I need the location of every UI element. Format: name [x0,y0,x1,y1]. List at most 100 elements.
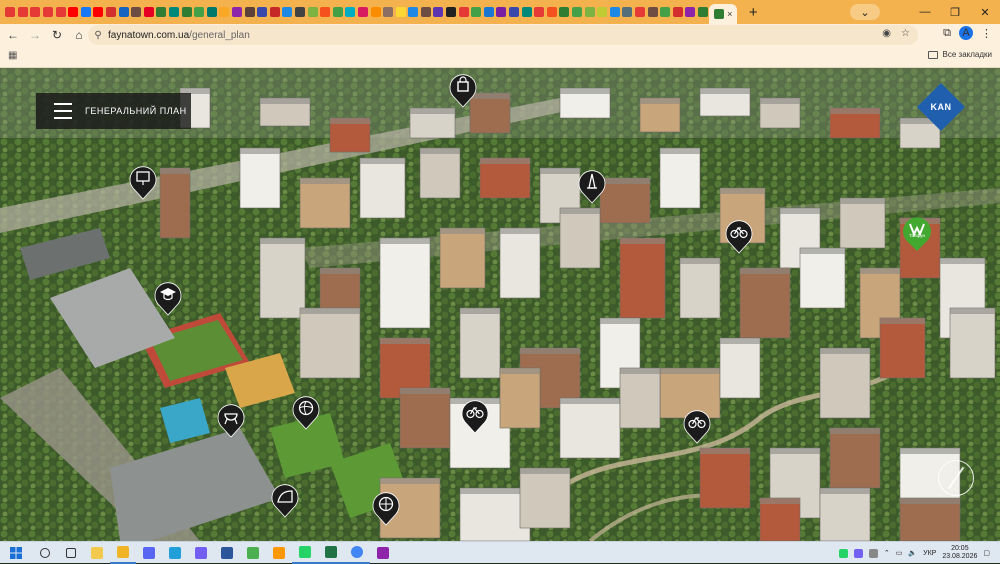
pin-shopping[interactable] [449,72,477,108]
browser-tab[interactable] [533,0,546,24]
browser-tab[interactable] [558,0,571,24]
tray-overflow-icon[interactable]: ⌃ [884,549,890,557]
taskbar-excel[interactable] [318,542,344,564]
site-info-icon[interactable]: ⚲ [88,30,108,41]
tray-app-icon[interactable] [868,548,878,558]
extensions-icon[interactable]: ⧉ [943,27,951,40]
windows-start-button[interactable] [0,542,32,564]
pin-basketball[interactable] [372,490,400,526]
browser-tab[interactable] [17,0,30,24]
taskbar-app3[interactable] [266,542,292,564]
taskbar-clock[interactable]: 20:05 23.08.2026 [942,545,977,561]
browser-tab[interactable] [193,0,206,24]
browser-tab[interactable] [180,0,193,24]
browser-tab[interactable] [470,0,483,24]
apps-grid-icon[interactable]: ▦ [8,51,18,61]
browser-tab[interactable] [231,0,244,24]
keyboard-language[interactable]: УКР [923,550,936,557]
browser-tab[interactable] [520,0,533,24]
browser-tab[interactable] [697,0,710,24]
network-icon[interactable]: ▭ [896,549,903,557]
browser-tab[interactable] [369,0,382,24]
browser-tab[interactable] [684,0,697,24]
forward-icon[interactable]: → [24,28,46,42]
browser-tab[interactable] [457,0,470,24]
profile-avatar[interactable]: A [959,26,973,40]
general-plan-menu-button[interactable]: ГЕНЕРАЛЬНИЙ ПЛАН [36,93,191,129]
address-bar[interactable]: ⚲ faynatown.com.ua/general_plan ◉ ☆ [88,25,918,45]
viber-tray-icon[interactable] [853,548,863,558]
close-window-button[interactable]: ✕ [970,6,1000,19]
pin-education[interactable] [154,280,182,316]
browser-tab[interactable] [54,0,67,24]
browser-tab[interactable] [105,0,118,24]
browser-tab[interactable] [268,0,281,24]
browser-tab[interactable] [344,0,357,24]
taskbar-app2[interactable] [240,542,266,564]
browser-tab[interactable] [483,0,496,24]
browser-tab[interactable] [609,0,622,24]
pin-bicycle-3[interactable] [683,408,711,444]
browser-tab[interactable] [331,0,344,24]
browser-tab[interactable] [508,0,521,24]
browser-tab[interactable] [256,0,269,24]
browser-tab[interactable] [130,0,143,24]
volume-icon[interactable]: 🔈 [908,549,917,557]
browser-tab[interactable] [621,0,634,24]
browser-tab[interactable] [382,0,395,24]
browser-tab[interactable] [319,0,332,24]
browser-tab[interactable] [168,0,181,24]
notifications-icon[interactable]: ▢ [983,549,990,557]
browser-tab[interactable] [646,0,659,24]
back-icon[interactable]: ← [2,28,24,42]
reload-icon[interactable]: ↻ [46,28,68,42]
home-icon[interactable]: ⌂ [68,28,90,42]
pin-school-board[interactable] [129,164,157,200]
browser-tab[interactable] [67,0,80,24]
browser-tab[interactable] [4,0,17,24]
browser-tab[interactable] [596,0,609,24]
tracking-off-icon[interactable]: ◉ [882,28,891,39]
browser-tab[interactable] [206,0,219,24]
browser-tab[interactable] [42,0,55,24]
taskbar-word[interactable] [214,542,240,564]
taskbar-explorer[interactable] [110,542,136,564]
browser-tab[interactable] [659,0,672,24]
new-tab-button[interactable]: + [743,4,763,21]
browser-tab[interactable] [218,0,231,24]
browser-tab[interactable] [495,0,508,24]
pin-skate[interactable] [271,482,299,518]
taskbar-app4[interactable] [370,542,396,564]
taskbar-telegram[interactable] [162,542,188,564]
pin-grill[interactable] [217,402,245,438]
browser-tab[interactable] [432,0,445,24]
taskbar-app[interactable] [136,542,162,564]
pin-monument[interactable] [578,168,606,204]
browser-tab[interactable] [394,0,407,24]
browser-tab[interactable] [29,0,42,24]
browser-tab[interactable] [445,0,458,24]
minimize-button[interactable]: — [910,6,940,18]
browser-tab[interactable] [243,0,256,24]
browser-tab[interactable] [117,0,130,24]
taskbar-search[interactable] [32,542,58,564]
browser-tab[interactable] [407,0,420,24]
whatsapp-tray-icon[interactable] [838,548,848,558]
browser-tab[interactable] [92,0,105,24]
browser-tab[interactable] [306,0,319,24]
browser-tab[interactable] [420,0,433,24]
taskbar-whatsapp[interactable] [292,542,318,564]
pin-bicycle-1[interactable] [725,218,753,254]
browser-tab[interactable] [143,0,156,24]
browser-tab[interactable] [294,0,307,24]
pin-volleyball[interactable] [292,394,320,430]
browser-tab[interactable] [546,0,559,24]
taskbar-viber[interactable] [188,542,214,564]
taskbar-task-view[interactable] [58,542,84,564]
browser-tab[interactable] [357,0,370,24]
browser-tab[interactable] [571,0,584,24]
pin-bicycle-2[interactable] [461,398,489,434]
close-tab-button[interactable]: × [727,9,732,19]
tab-search-button[interactable]: ⌄ [850,4,880,20]
active-tab[interactable]: × [709,4,738,24]
